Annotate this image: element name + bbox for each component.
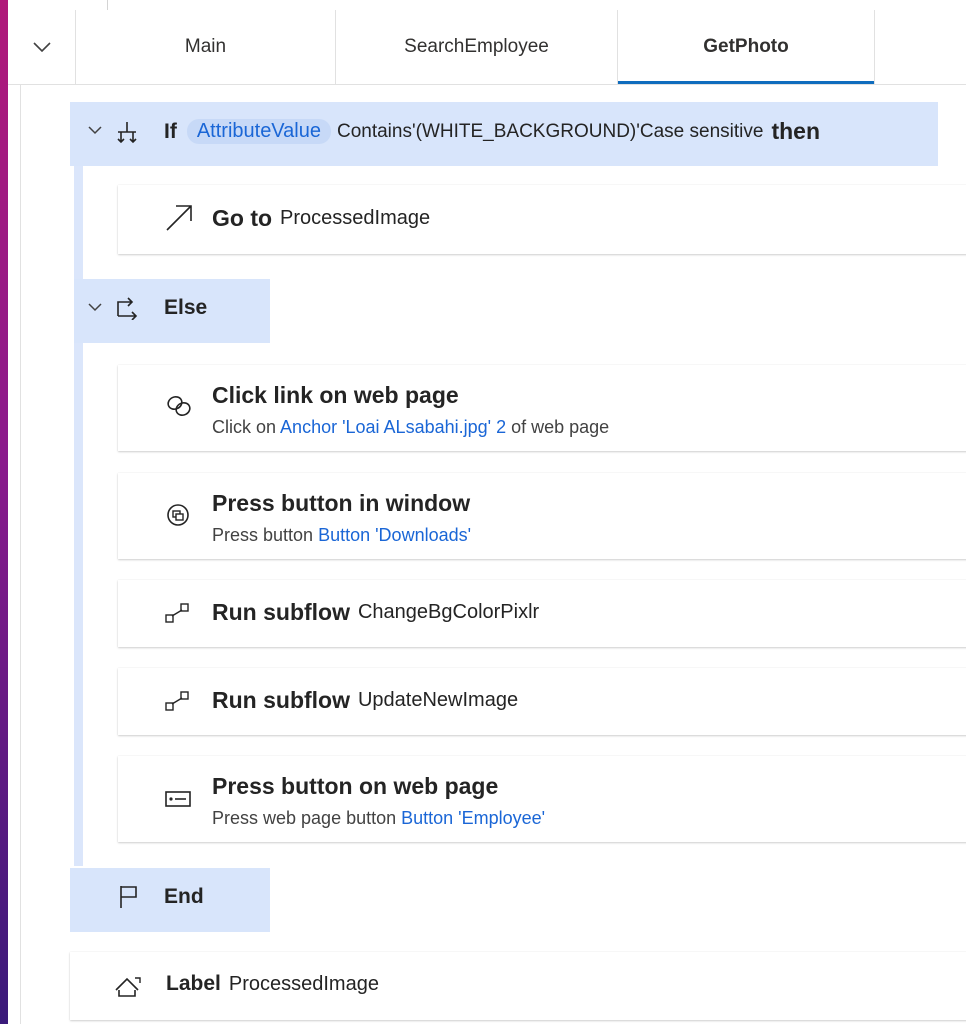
- case-sensitive-text: Case sensitive: [639, 120, 764, 142]
- chevron-down-icon[interactable]: [88, 126, 102, 135]
- subflow-2-target: UpdateNewImage: [357, 689, 519, 711]
- subflow-tab-bar: Main SearchEmployee GetPhoto: [8, 10, 966, 85]
- goto-text: Go to ProcessedImage: [212, 205, 430, 232]
- if-condition-text: If AttributeValue Contains ' (WHITE_BACKGR…: [164, 118, 820, 145]
- sub-link: Anchor 'Loai ALsabahi.jpg' 2: [280, 417, 507, 437]
- web-button-icon: [164, 790, 192, 808]
- left-border: [20, 85, 21, 1024]
- chevron-down-icon[interactable]: [88, 303, 102, 312]
- else-branch-icon: [114, 296, 140, 320]
- subflow-2-title: Run subflow: [212, 687, 350, 713]
- click-link-title: Click link on web page: [212, 382, 459, 408]
- operator-text: Contains: [336, 120, 412, 142]
- else-label: Else: [164, 296, 208, 319]
- label-target: ProcessedImage: [228, 972, 379, 995]
- end-block-header[interactable]: End: [70, 868, 270, 932]
- press-web-subtitle: Press web page button Button 'Employee': [212, 808, 545, 829]
- click-link-action-card[interactable]: Click link on web page Click on Anchor '…: [118, 365, 966, 451]
- tab-getphoto[interactable]: GetPhoto: [618, 10, 875, 84]
- goto-target: ProcessedImage: [280, 207, 431, 229]
- collapse-subflows-button[interactable]: [8, 10, 76, 84]
- variable-chip[interactable]: AttributeValue: [186, 119, 331, 144]
- subflow-1-text: Run subflow ChangeBgColorPixlr: [212, 599, 539, 626]
- subflow-2-text: Run subflow UpdateNewImage: [212, 687, 518, 714]
- subflow-icon: [164, 690, 190, 712]
- condition-value: (WHITE_BACKGROUND): [415, 120, 637, 142]
- subflow-icon: [164, 602, 190, 624]
- if-block-header[interactable]: If AttributeValue Contains ' (WHITE_BACKGR…: [70, 102, 938, 166]
- link-icon: [166, 395, 192, 417]
- tab-main[interactable]: Main: [76, 10, 336, 84]
- goto-title: Go to: [212, 205, 273, 231]
- press-web-title: Press button on web page: [212, 773, 499, 799]
- press-button-window-icon: [166, 503, 190, 527]
- top-strip: [8, 0, 966, 10]
- flow-designer-window: Main SearchEmployee GetPhoto If Attribut…: [8, 0, 966, 1024]
- else-block-header[interactable]: Else: [74, 279, 270, 343]
- subflow-1-target: ChangeBgColorPixlr: [357, 601, 540, 623]
- then-keyword: then: [771, 118, 821, 144]
- tab-searchemployee[interactable]: SearchEmployee: [336, 10, 618, 84]
- press-button-window-card[interactable]: Press button in window Press button Butt…: [118, 473, 966, 559]
- arrow-up-right-icon: [164, 203, 194, 233]
- label-icon: [114, 976, 142, 998]
- press-window-title: Press button in window: [212, 490, 471, 516]
- sub-prefix: Click on: [212, 417, 277, 437]
- if-condition-icon: [116, 120, 138, 144]
- press-window-subtitle: Press button Button 'Downloads': [212, 525, 471, 546]
- click-link-subtitle: Click on Anchor 'Loai ALsabahi.jpg' 2 of…: [212, 417, 609, 438]
- flag-icon: [118, 884, 142, 910]
- label-title: Label: [166, 972, 221, 995]
- sub-suffix: of web page: [511, 417, 610, 437]
- subflow-1-title: Run subflow: [212, 599, 350, 625]
- chevron-down-icon: [32, 42, 51, 52]
- block-rail: [74, 166, 83, 866]
- run-subflow-card-2[interactable]: Run subflow UpdateNewImage: [118, 668, 966, 735]
- if-keyword: If: [164, 119, 177, 143]
- goto-action-card[interactable]: Go to ProcessedImage: [118, 185, 966, 254]
- sub-prefix: Press web page button: [212, 808, 397, 828]
- sub-link: Button 'Downloads': [318, 525, 472, 545]
- press-web-button-card[interactable]: Press button on web page Press web page …: [118, 756, 966, 842]
- end-label: End: [164, 885, 204, 908]
- label-action-card[interactable]: Label ProcessedImage: [70, 952, 966, 1020]
- sub-link: Button 'Employee': [401, 808, 546, 828]
- sub-prefix: Press button: [212, 525, 314, 545]
- label-text: Label ProcessedImage: [166, 972, 379, 996]
- run-subflow-card-1[interactable]: Run subflow ChangeBgColorPixlr: [118, 580, 966, 647]
